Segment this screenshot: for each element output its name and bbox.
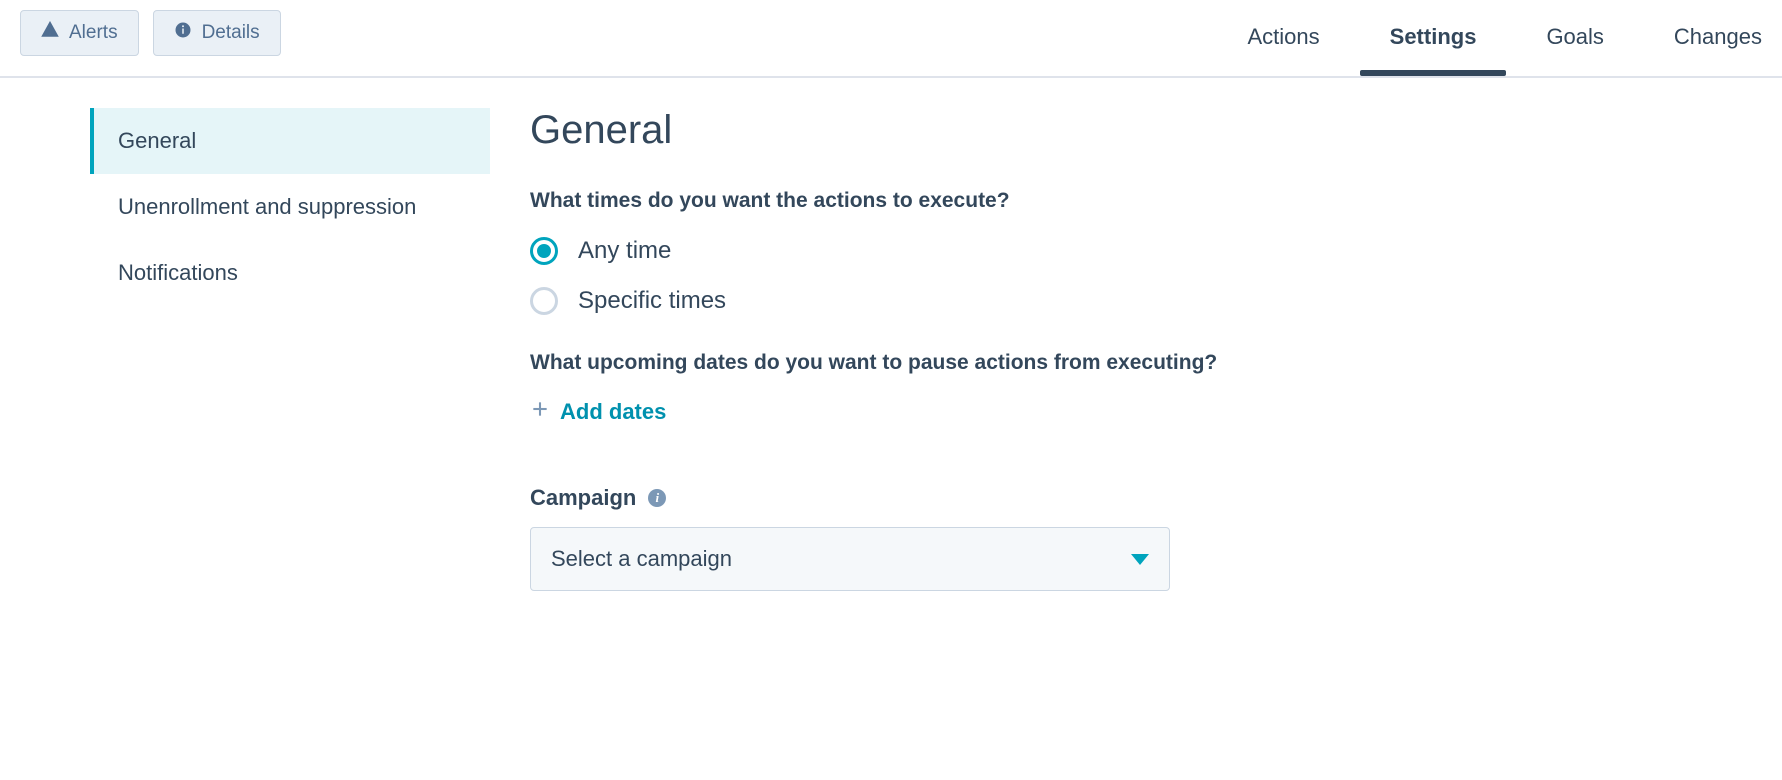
tab-goals[interactable]: Goals: [1546, 12, 1603, 74]
campaign-select[interactable]: Select a campaign: [530, 527, 1170, 591]
campaign-label: Campaign: [530, 485, 636, 511]
radio-label: Specific times: [578, 287, 726, 315]
tab-changes[interactable]: Changes: [1674, 12, 1762, 74]
radio-specific-times[interactable]: Specific times: [530, 287, 1707, 315]
plus-icon: [530, 399, 550, 425]
sidenav-item-notifications[interactable]: Notifications: [90, 240, 490, 306]
details-button[interactable]: Details: [153, 10, 281, 56]
question-pause-dates: What upcoming dates do you want to pause…: [530, 351, 1707, 375]
radio-any-time[interactable]: Any time: [530, 237, 1707, 265]
info-icon[interactable]: i: [648, 489, 666, 507]
sidenav-item-unenrollment[interactable]: Unenrollment and suppression: [90, 174, 490, 240]
alert-icon: [41, 21, 59, 45]
alerts-button[interactable]: Alerts: [20, 10, 139, 56]
tab-settings[interactable]: Settings: [1390, 12, 1477, 74]
radio-label: Any time: [578, 237, 671, 265]
radio-icon: [530, 287, 558, 315]
add-dates-label: Add dates: [560, 399, 666, 425]
page-title: General: [530, 108, 1707, 153]
main: General What times do you want the actio…: [530, 108, 1707, 591]
alerts-label: Alerts: [69, 22, 118, 44]
campaign-select-placeholder: Select a campaign: [551, 546, 732, 572]
question-execute-times: What times do you want the actions to ex…: [530, 189, 1707, 213]
content-wrap: General Unenrollment and suppression Not…: [0, 78, 1782, 631]
sidenav: General Unenrollment and suppression Not…: [90, 108, 490, 591]
sidenav-item-general[interactable]: General: [90, 108, 490, 174]
info-circle-icon: [174, 21, 192, 45]
add-dates-button[interactable]: Add dates: [530, 399, 666, 425]
tabs: Actions Settings Goals Changes: [1247, 12, 1762, 74]
details-label: Details: [202, 22, 260, 44]
tab-actions[interactable]: Actions: [1247, 12, 1319, 74]
topbar-left: Alerts Details: [20, 10, 281, 76]
topbar: Alerts Details Actions Settings Goals Ch…: [0, 0, 1782, 78]
campaign-label-row: Campaign i: [530, 485, 1707, 511]
radio-icon: [530, 237, 558, 265]
chevron-down-icon: [1131, 554, 1149, 565]
radio-group-times: Any time Specific times: [530, 237, 1707, 315]
